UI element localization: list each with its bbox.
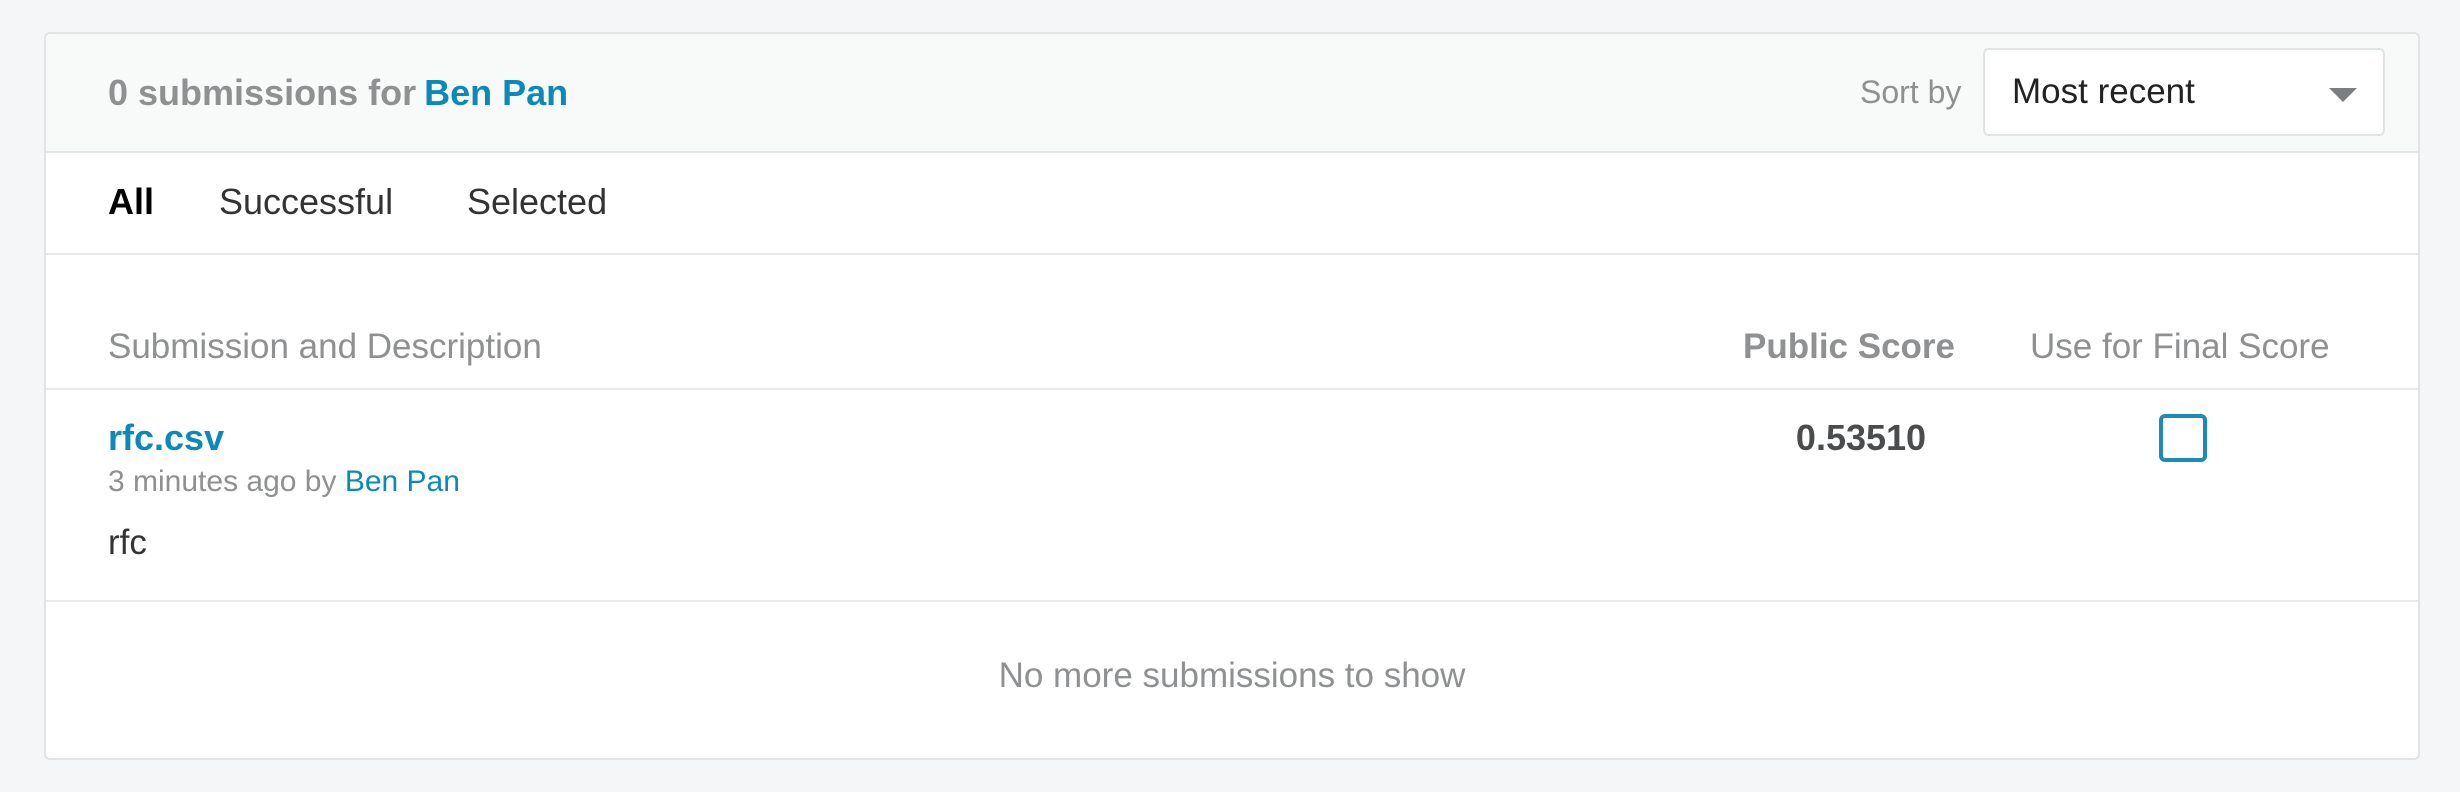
public-score-value: 0.53510 xyxy=(1795,417,1927,458)
submission-description: rfc xyxy=(108,523,147,562)
submissions-panel: 0 submissions for Ben Pan Sort by Most re… xyxy=(44,32,2420,760)
chevron-down-icon xyxy=(2329,88,2357,102)
submission-count-text: 0 submissions for xyxy=(108,72,417,113)
submissions-header: 0 submissions for Ben Pan Sort by Most re… xyxy=(46,34,2418,153)
submission-time: 3 minutes ago by xyxy=(108,465,337,498)
use-for-final-checkbox[interactable] xyxy=(2159,414,2207,462)
sort-selected-value: Most recent xyxy=(2012,72,2195,111)
column-header-submission: Submission and Description xyxy=(108,327,542,366)
tab-all[interactable]: All xyxy=(108,181,154,223)
sort-dropdown[interactable]: Most recent xyxy=(1983,48,2385,136)
divider xyxy=(46,600,2418,602)
no-more-submissions: No more submissions to show xyxy=(998,656,1466,695)
divider xyxy=(46,388,2418,390)
column-header-public-score[interactable]: Public Score xyxy=(1743,327,1955,367)
submission-meta: 3 minutes ago by Ben Pan xyxy=(108,465,460,499)
tab-selected[interactable]: Selected xyxy=(467,181,607,223)
user-link[interactable]: Ben Pan xyxy=(424,72,568,113)
submission-file-link[interactable]: rfc.csv xyxy=(108,417,224,459)
submission-count: 0 submissions for Ben Pan xyxy=(108,72,568,114)
column-header-final-score: Use for Final Score xyxy=(2030,327,2330,366)
submission-user-link[interactable]: Ben Pan xyxy=(345,465,460,498)
sort-label: Sort by xyxy=(1860,74,1962,110)
filter-tabs: All Successful Selected xyxy=(46,153,2418,255)
tab-successful[interactable]: Successful xyxy=(219,181,393,223)
